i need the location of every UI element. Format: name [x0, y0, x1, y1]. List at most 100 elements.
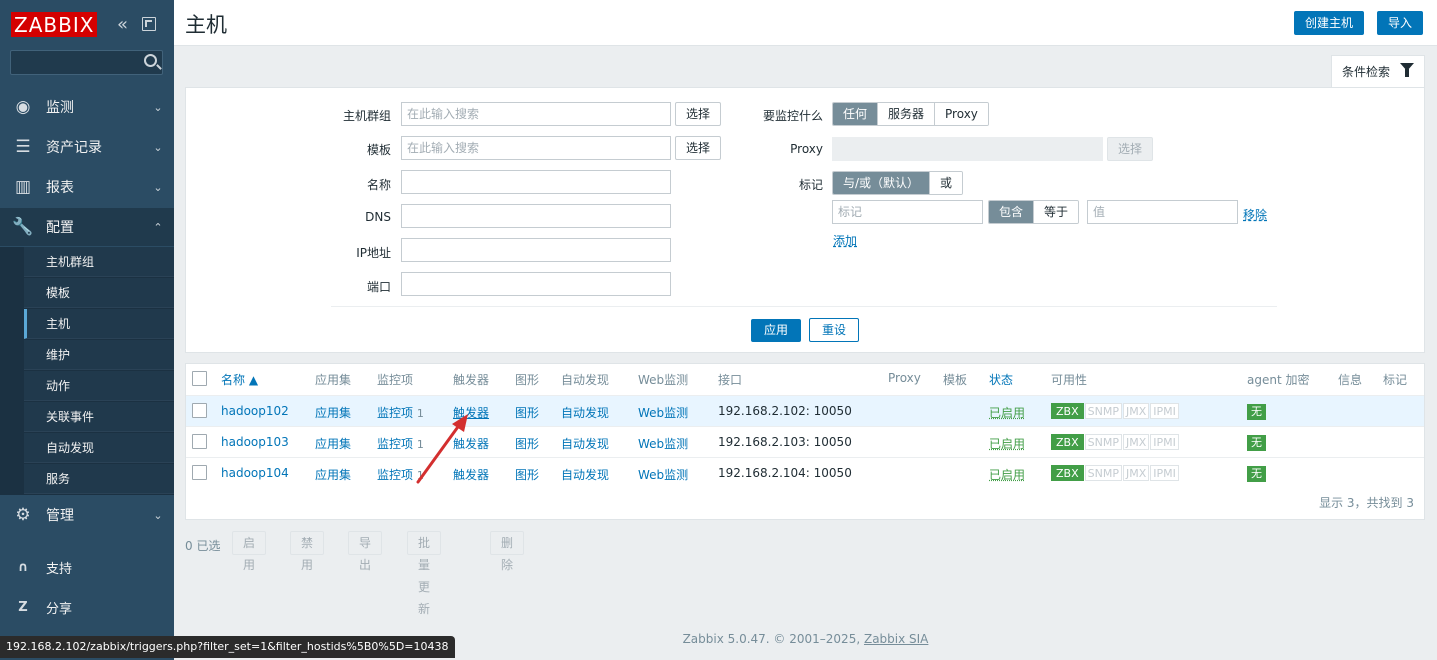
- applications-link[interactable]: 应用集: [315, 466, 351, 483]
- filter-tab[interactable]: 条件检索: [1331, 55, 1425, 88]
- col-web: Web监测: [638, 373, 689, 387]
- import-button[interactable]: 导入: [1377, 11, 1424, 35]
- submenu-actions[interactable]: 动作: [24, 371, 174, 401]
- collapse-icon[interactable]: «: [117, 14, 128, 35]
- ipmi-badge: IPMI: [1150, 465, 1179, 481]
- proxy-select-button: 选择: [1107, 137, 1154, 161]
- submenu-host-groups[interactable]: 主机群组: [24, 247, 174, 277]
- bar-chart-icon: ▥: [14, 177, 32, 197]
- table-row: hadoop102 应用集 监控项 1 触发器 图形 自动发现 Web监测 19…: [186, 395, 1424, 426]
- monitored-by-any[interactable]: 任何: [833, 103, 878, 125]
- tags-mode-or[interactable]: 或: [929, 172, 963, 194]
- applications-link[interactable]: 应用集: [315, 435, 351, 452]
- menu-configuration[interactable]: 🔧 配置 ⌃: [0, 208, 174, 246]
- tag-operator-equals[interactable]: 等于: [1033, 201, 1079, 223]
- share-icon: Z: [18, 599, 28, 615]
- zbx-badge: ZBX: [1051, 403, 1084, 419]
- applications-link[interactable]: 应用集: [315, 404, 351, 421]
- apply-button[interactable]: 应用: [751, 319, 802, 342]
- tag-remove-link[interactable]: 移除: [1243, 206, 1267, 223]
- reset-button[interactable]: 重设: [809, 318, 860, 342]
- footer-copyright: Zabbix 5.0.47. © 2001–2025,: [682, 632, 864, 646]
- monitored-by-server[interactable]: 服务器: [877, 103, 935, 125]
- port-label: 端口: [366, 280, 391, 294]
- graphs-link[interactable]: 图形: [515, 435, 539, 452]
- status-link[interactable]: 已启用: [989, 404, 1025, 421]
- status-link[interactable]: 已启用: [989, 466, 1025, 483]
- availability-badges: ZBX SNMP JMX IPMI: [1051, 465, 1180, 481]
- export-button[interactable]: 导出: [348, 531, 383, 572]
- discovery-link[interactable]: 自动发现: [561, 466, 609, 483]
- web-link[interactable]: Web监测: [638, 466, 688, 483]
- select-all-checkbox[interactable]: [192, 371, 207, 386]
- dns-input[interactable]: [401, 204, 671, 228]
- menu-label: 监测: [46, 100, 74, 116]
- items-link[interactable]: 监控项: [377, 468, 413, 482]
- host-groups-select-button[interactable]: 选择: [675, 102, 722, 126]
- kiosk-icon[interactable]: [142, 17, 156, 31]
- zbx-badge: ZBX: [1051, 434, 1084, 450]
- menu-reports[interactable]: ▥ 报表 ⌄: [0, 168, 174, 206]
- menu-support[interactable]: ∩ 支持: [0, 552, 174, 582]
- row-checkbox[interactable]: [192, 465, 207, 480]
- discovery-link[interactable]: 自动发现: [561, 404, 609, 421]
- tag-operator-segmented: 包含 等于: [988, 200, 1080, 224]
- submenu-templates[interactable]: 模板: [24, 278, 174, 308]
- submenu-hosts[interactable]: 主机: [24, 309, 174, 339]
- filter-tab-label: 条件检索: [1342, 65, 1391, 79]
- items-link[interactable]: 监控项: [377, 406, 413, 420]
- host-name-link[interactable]: hadoop102: [221, 404, 289, 418]
- tag-value-input[interactable]: 值: [1087, 200, 1238, 224]
- sidebar-search-input[interactable]: [10, 50, 163, 75]
- ip-input[interactable]: [401, 238, 671, 262]
- tag-operator-contains[interactable]: 包含: [989, 201, 1034, 223]
- status-link[interactable]: 已启用: [989, 435, 1025, 452]
- discovery-link[interactable]: 自动发现: [561, 435, 609, 452]
- tags-mode-and-or[interactable]: 与/或（默认）: [833, 172, 930, 194]
- interface-cell: 192.168.2.103: 10050: [718, 435, 852, 449]
- templates-input[interactable]: 在此输入搜索: [401, 136, 671, 160]
- jmx-badge: JMX: [1122, 403, 1150, 419]
- submenu-discovery[interactable]: 自动发现: [24, 433, 174, 463]
- web-link[interactable]: Web监测: [638, 404, 688, 421]
- menu-administration[interactable]: ⚙ 管理 ⌄: [0, 496, 174, 534]
- submenu-correlation[interactable]: 关联事件: [24, 402, 174, 432]
- delete-button[interactable]: 删除: [490, 531, 525, 572]
- enable-button[interactable]: 启用: [232, 531, 267, 572]
- menu-inventory[interactable]: ☰ 资产记录 ⌄: [0, 128, 174, 166]
- configuration-submenu: 主机群组 模板 主机 维护 动作 关联事件 自动发现 服务: [0, 247, 174, 495]
- templates-select-button[interactable]: 选择: [675, 136, 722, 160]
- search-icon[interactable]: [144, 54, 157, 67]
- port-input[interactable]: [401, 272, 671, 296]
- row-checkbox[interactable]: [192, 403, 207, 418]
- col-name[interactable]: 名称 ▲: [221, 371, 258, 388]
- web-link[interactable]: Web监测: [638, 435, 688, 452]
- col-status[interactable]: 状态: [989, 371, 1013, 388]
- host-groups-input[interactable]: 在此输入搜索: [401, 102, 671, 126]
- graphs-link[interactable]: 图形: [515, 404, 539, 421]
- menu-label: 分享: [46, 601, 73, 617]
- submenu-services[interactable]: 服务: [24, 464, 174, 494]
- create-host-button[interactable]: 创建主机: [1294, 11, 1365, 35]
- tags-mode-segmented: 与/或（默认） 或: [832, 171, 964, 195]
- snmp-badge: SNMP: [1084, 465, 1122, 481]
- tag-add-link[interactable]: 添加: [833, 232, 857, 249]
- items-link[interactable]: 监控项: [377, 437, 413, 451]
- row-checkbox[interactable]: [192, 434, 207, 449]
- name-input[interactable]: [401, 170, 671, 194]
- monitored-by-proxy[interactable]: Proxy: [934, 103, 988, 125]
- mass-update-button[interactable]: 批量更新: [407, 531, 442, 616]
- tag-name-input[interactable]: 标记: [832, 200, 983, 224]
- host-name-link[interactable]: hadoop103: [221, 435, 289, 449]
- footer-company-link[interactable]: Zabbix SIA: [864, 632, 928, 646]
- menu-monitoring[interactable]: ◉ 监测 ⌄: [0, 88, 174, 126]
- submenu-maintenance[interactable]: 维护: [24, 340, 174, 370]
- graphs-link[interactable]: 图形: [515, 466, 539, 483]
- disable-button[interactable]: 禁用: [290, 531, 325, 572]
- zabbix-logo[interactable]: ZABBIX: [11, 12, 98, 37]
- proxy-input: [832, 137, 1103, 161]
- logo-row: ZABBIX «: [11, 12, 163, 38]
- menu-share[interactable]: Z 分享: [0, 592, 174, 622]
- monitored-by-label: 要监控什么: [762, 109, 823, 123]
- host-name-link[interactable]: hadoop104: [221, 466, 289, 480]
